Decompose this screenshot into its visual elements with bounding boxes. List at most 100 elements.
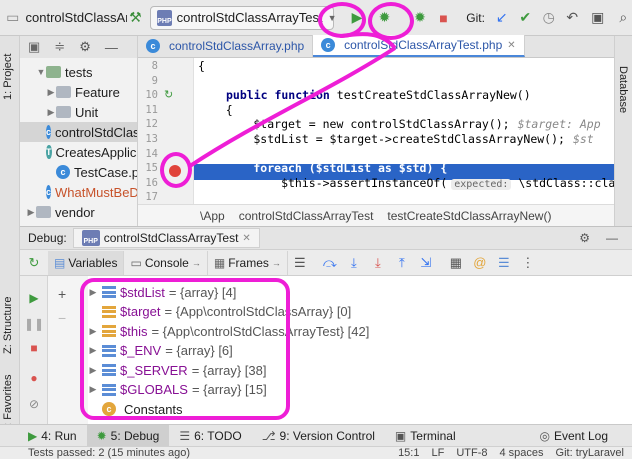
bottom-tab-version-control[interactable]: ⎇ 9: Version Control: [252, 425, 385, 447]
bottom-tab-debug[interactable]: ✹ 5: Debug: [86, 424, 170, 447]
gear-icon[interactable]: ⚙: [79, 39, 91, 55]
search-everywhere-icon[interactable]: ⌕: [615, 9, 632, 27]
watch-icon[interactable]: @: [468, 251, 492, 275]
step-over-icon[interactable]: ⤼: [318, 251, 342, 275]
project-tree-label: Unit: [75, 104, 99, 120]
tab-control-std-class-array-test[interactable]: c controlStdClassArrayTest.php ✕: [313, 35, 525, 57]
folder-icon: [46, 66, 61, 78]
chevron-down-icon[interactable]: ▼: [36, 67, 46, 77]
breadcrumb-item[interactable]: controlStdClassArrayTest: [239, 209, 374, 223]
pause-icon[interactable]: ❚❚: [24, 316, 44, 332]
tab-control-std-class-array[interactable]: c controlStdClassArray.php: [138, 35, 314, 57]
tab-console[interactable]: ▭ Console →: [124, 250, 208, 275]
project-tool-tab[interactable]: 1: Project: [2, 54, 14, 100]
editor-breadcrumb: \App controlStdClassArrayTest testCreateSt…: [138, 204, 614, 226]
project-tree-label: CreatesApplication.php: [55, 144, 138, 160]
line-separator[interactable]: LF: [431, 447, 444, 459]
code-text: $target = new controlStdClassArray();: [198, 117, 510, 132]
annotation-box-variables: [80, 278, 290, 420]
gear-icon[interactable]: ⚙: [579, 231, 590, 245]
git-update-icon[interactable]: ↙: [493, 9, 511, 27]
project-tree-item[interactable]: ▶ vendor: [20, 202, 137, 222]
cursor-position[interactable]: 15:1: [398, 447, 419, 459]
force-step-into-icon[interactable]: ⤓: [366, 251, 390, 275]
listen-debug-icon[interactable]: ✹: [411, 9, 429, 27]
project-tree-item[interactable]: cWhatMustBeDone: [20, 182, 137, 202]
bottom-tab-terminal[interactable]: ▣ Terminal: [385, 425, 466, 447]
annotation-circle-breakpoint: [160, 152, 192, 188]
status-message[interactable]: Tests passed: 2 (15 minutes ago): [28, 447, 190, 459]
code-line: {: [198, 59, 205, 73]
resume-icon[interactable]: ▶: [26, 290, 42, 306]
hammer-icon[interactable]: ⚒: [127, 9, 145, 27]
right-tool-stripe: Database: [614, 36, 632, 226]
variables-icon: ▤: [54, 255, 66, 270]
code-line: {: [198, 103, 233, 117]
rollback-icon[interactable]: ↶: [564, 9, 582, 27]
chevron-right-icon[interactable]: ▶: [46, 107, 56, 118]
inline-value-hint: $target: App: [517, 117, 601, 132]
event-log-button[interactable]: ◎ Event Log: [529, 425, 618, 447]
terminal-icon: ▣: [394, 428, 407, 443]
filter-icon[interactable]: ≑: [54, 39, 65, 55]
tab-frames[interactable]: ▦ Frames →: [208, 250, 288, 275]
code-text: foreach ($stdList as $std) {: [198, 161, 448, 176]
folder-icon: [56, 86, 71, 98]
bottom-tab-todo[interactable]: ☰ 6: TODO: [169, 425, 251, 447]
chevron-right-icon[interactable]: ▶: [26, 207, 36, 218]
close-icon[interactable]: ✕: [242, 233, 250, 244]
run-config-select[interactable]: PHP controlStdClassArrayTest ▼: [150, 5, 337, 30]
history-icon[interactable]: ◷: [540, 9, 558, 27]
step-out-icon[interactable]: ⤒: [390, 251, 414, 275]
code-editor[interactable]: ↻ 8 9 10 11 12 13 14 15 16 17 {public function te…: [138, 58, 614, 204]
remove-watch-icon[interactable]: −: [58, 310, 66, 326]
rerun-icon[interactable]: ↻: [20, 251, 48, 275]
project-tree-item[interactable]: ccontrolStdClassArrayTest.php: [20, 122, 137, 142]
debug-session-tab[interactable]: PHP controlStdClassArrayTest ✕: [72, 228, 260, 248]
mute-breakpoints-icon[interactable]: ⊘: [26, 396, 42, 412]
project-panel-toolbar: ▣ ≑ ⚙ —: [20, 36, 137, 58]
annotation-circle-listen: [368, 2, 414, 40]
run-test-gutter-icon[interactable]: ↻: [164, 88, 173, 101]
more-icon[interactable]: ⋮: [516, 251, 540, 275]
project-tree-item[interactable]: ▼ tests: [20, 62, 137, 82]
project-breadcrumb[interactable]: controlStdClassArrayTest: [26, 10, 127, 25]
add-watch-icon[interactable]: +: [58, 286, 66, 302]
bottom-tab-label: Terminal: [410, 428, 456, 443]
list-icon[interactable]: ☰: [492, 251, 516, 275]
line-number: 14: [145, 147, 158, 160]
run-icon: ▶: [28, 428, 38, 443]
tab-label: controlStdClassArrayTest.php: [344, 38, 503, 52]
close-icon[interactable]: ✕: [507, 40, 515, 51]
collapse-icon[interactable]: ▣: [28, 39, 40, 55]
bottom-tab-label: 9: Version Control: [279, 428, 375, 443]
code-keyword: public function: [226, 88, 337, 103]
structure-tool-tab[interactable]: Z: Structure: [2, 297, 14, 354]
line-number: 15: [145, 162, 158, 175]
stop-icon[interactable]: ■: [435, 9, 453, 27]
php-class-icon: c: [46, 125, 52, 139]
project-tree-item[interactable]: c TestCase.php: [20, 162, 137, 182]
breadcrumb-item[interactable]: testCreateStdClassArrayNew(): [387, 209, 551, 223]
view-breakpoints-icon[interactable]: ●: [26, 370, 42, 386]
chevron-right-icon[interactable]: ▶: [46, 87, 56, 98]
hide-icon[interactable]: —: [606, 231, 618, 245]
bottom-tab-run[interactable]: ▶ 4: Run: [18, 425, 87, 447]
terminal-icon[interactable]: ▣: [589, 9, 607, 27]
step-into-icon[interactable]: ⤓: [342, 251, 366, 275]
file-encoding[interactable]: UTF-8: [456, 447, 487, 459]
hide-icon[interactable]: —: [105, 40, 118, 55]
project-tree-item[interactable]: ▶ Feature: [20, 82, 137, 102]
git-branch[interactable]: Git: tryLaravel: [556, 447, 624, 459]
git-commit-icon[interactable]: ✔: [516, 9, 534, 27]
run-to-cursor-icon[interactable]: ⇲: [414, 251, 438, 275]
indent-setting[interactable]: 4 spaces: [500, 447, 544, 459]
database-tool-tab[interactable]: Database: [617, 66, 629, 113]
layout-icon[interactable]: ☰: [288, 251, 312, 275]
evaluate-icon[interactable]: ▦: [444, 251, 468, 275]
project-tree-item[interactable]: ▶ Unit: [20, 102, 137, 122]
stop-icon[interactable]: ■: [26, 340, 42, 356]
project-tree-item[interactable]: TCreatesApplication.php: [20, 142, 138, 162]
tab-variables[interactable]: ▤ Variables: [48, 250, 125, 275]
breadcrumb-item[interactable]: \App: [200, 209, 225, 223]
